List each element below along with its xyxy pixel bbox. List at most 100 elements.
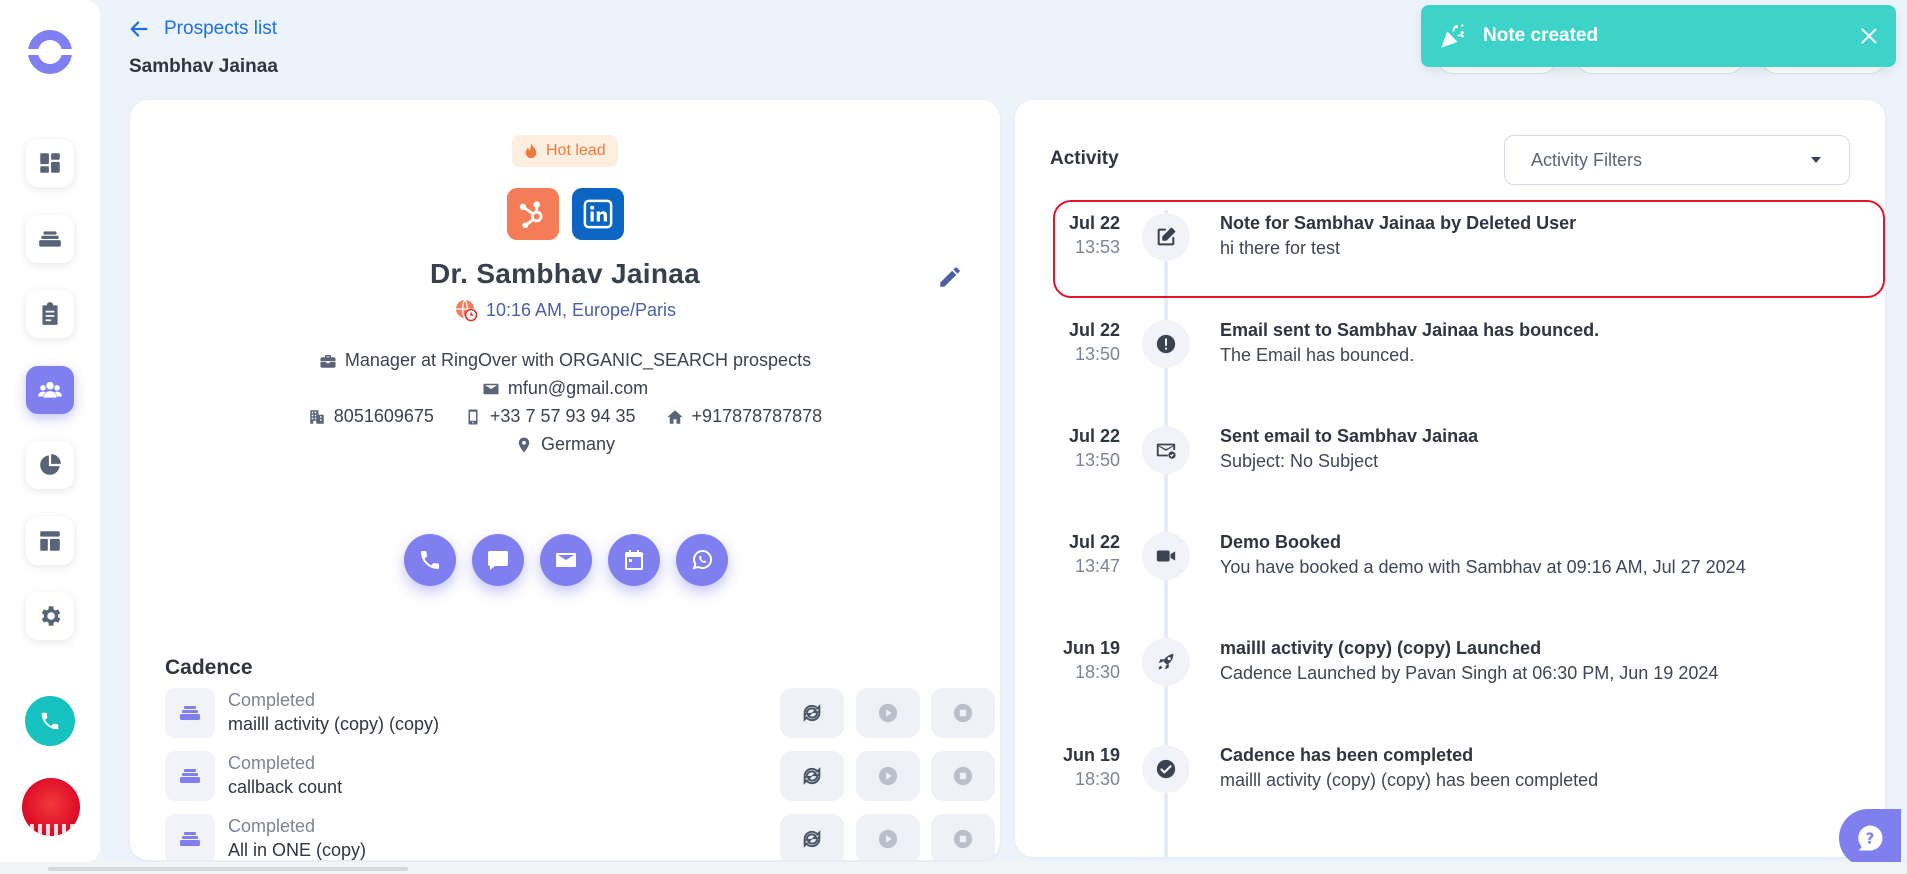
close-icon[interactable] xyxy=(1858,25,1880,47)
dialer-button[interactable] xyxy=(25,696,75,746)
home-icon xyxy=(667,409,683,424)
event-time: 18:30 xyxy=(1074,662,1120,682)
cadence-reset-button[interactable] xyxy=(780,814,844,860)
prospect-phone-home[interactable]: +917878787878 xyxy=(692,406,823,427)
cadence-name[interactable]: callback count xyxy=(228,777,342,798)
sidebar-item-cadences[interactable] xyxy=(26,215,74,263)
cadence-stack-icon xyxy=(180,769,200,783)
event-date: Jul 22 xyxy=(1068,532,1120,552)
activity-filters-dropdown[interactable]: Activity Filters xyxy=(1504,135,1850,185)
svg-text:?: ? xyxy=(1866,830,1875,848)
help-button[interactable]: ? xyxy=(1839,809,1901,867)
gear-icon xyxy=(41,606,61,626)
cadence-resume-button[interactable] xyxy=(856,688,920,738)
hot-lead-badge: Hot lead xyxy=(512,135,618,167)
event-date: Jun 19 xyxy=(1062,745,1120,765)
prospect-email[interactable]: mfun@gmail.com xyxy=(508,378,648,399)
cadence-status: Completed xyxy=(228,690,316,710)
edit-pencil-icon[interactable] xyxy=(937,264,963,290)
email-button[interactable] xyxy=(540,534,592,586)
location-pin-icon xyxy=(518,437,530,452)
event-title: Email sent to Sambhav Jainaa has bounced… xyxy=(1220,320,1600,340)
cadence-resume-button[interactable] xyxy=(856,814,920,860)
activity-event[interactable]: Jun 19 18:30 mailll activity (copy) (cop… xyxy=(1015,638,1885,718)
activity-event[interactable]: Jul 22 13:50 Sent email to Sambhav Jaina… xyxy=(1015,426,1885,506)
activity-event[interactable]: Jun 19 18:30 Cadence has been completed … xyxy=(1015,745,1885,825)
activity-event[interactable]: Jul 22 13:53 Note for Sambhav Jainaa by … xyxy=(1015,213,1885,293)
layout-icon xyxy=(40,531,60,551)
scrollbar-thumb[interactable] xyxy=(48,867,408,871)
linkedin-link[interactable] xyxy=(572,188,624,240)
activity-title: Activity xyxy=(1050,148,1119,169)
party-popper-icon xyxy=(1441,24,1465,48)
help-chat-icon: ? xyxy=(1858,825,1883,851)
sidebar-item-people[interactable] xyxy=(26,366,74,414)
dashboard-icon xyxy=(40,153,60,173)
cadence-reset-button[interactable] xyxy=(780,688,844,738)
sidebar-item-reports[interactable] xyxy=(26,441,74,489)
note-edit-icon xyxy=(1157,227,1176,246)
toast-message: Note created xyxy=(1483,25,1599,46)
cadence-stop-button[interactable] xyxy=(931,688,995,738)
activity-event[interactable]: Jul 22 13:47 Demo Booked You have booked… xyxy=(1015,532,1885,612)
event-description: hi there for test xyxy=(1220,238,1341,258)
call-button[interactable] xyxy=(404,534,456,586)
cadence-stop-button[interactable] xyxy=(931,814,995,860)
timezone-text: 10:16 AM, Europe/Paris xyxy=(485,299,677,320)
rocket-icon xyxy=(1158,653,1174,670)
chat-bubble-icon xyxy=(488,551,508,570)
horizontal-scrollbar[interactable] xyxy=(0,862,1907,874)
check-icon xyxy=(1156,759,1176,779)
prospect-email-line: mfun@gmail.com xyxy=(130,378,1000,399)
prospect-profile-card: Hot lead Dr. Sambhav Jainaa 10:16 AM, Eu… xyxy=(130,100,1000,860)
event-icon-wrap xyxy=(1142,745,1190,793)
message-button[interactable] xyxy=(472,534,524,586)
cadence-row-icon xyxy=(165,688,215,738)
prospect-phone-work[interactable]: 8051609675 xyxy=(334,406,434,427)
sidebar-item-templates[interactable] xyxy=(26,517,74,565)
whatsapp-icon xyxy=(692,550,712,570)
activity-event[interactable]: Jul 22 13:50 Email sent to Sambhav Jaina… xyxy=(1015,320,1885,400)
building-icon xyxy=(310,409,324,424)
calendar-button[interactable] xyxy=(608,534,660,586)
stop-circle-icon xyxy=(953,829,973,849)
event-title: Demo Booked xyxy=(1220,532,1342,552)
event-description: Subject: No Subject xyxy=(1220,451,1379,471)
prospect-location: Germany xyxy=(540,434,616,454)
alert-icon xyxy=(1156,334,1176,354)
event-date: Jul 22 xyxy=(1068,426,1120,446)
back-to-prospects-link[interactable]: Prospects list xyxy=(128,18,277,40)
contact-actions xyxy=(404,534,728,586)
hubspot-link[interactable] xyxy=(507,188,559,240)
arrow-left-icon xyxy=(130,21,148,37)
cadence-stop-button[interactable] xyxy=(931,751,995,801)
event-date: Jul 22 xyxy=(1068,213,1120,233)
activity-filters-label: Activity Filters xyxy=(1531,149,1643,170)
sidebar-item-tasks[interactable] xyxy=(26,290,74,338)
event-icon-wrap xyxy=(1142,532,1190,580)
hot-lead-label: Hot lead xyxy=(546,142,606,159)
app-logo[interactable] xyxy=(26,28,74,76)
sidebar-item-settings[interactable] xyxy=(26,592,74,640)
event-time: 13:53 xyxy=(1074,237,1120,257)
event-icon-wrap xyxy=(1142,638,1190,686)
mail-icon xyxy=(483,383,499,394)
stop-circle-icon xyxy=(953,703,973,723)
whatsapp-button[interactable] xyxy=(676,534,728,586)
prospect-phone-mobile[interactable]: +33 7 57 93 94 35 xyxy=(490,406,636,427)
stop-circle-icon xyxy=(953,766,973,786)
event-title: mailll activity (copy) (copy) Launched xyxy=(1220,638,1542,658)
cadence-name[interactable]: All in ONE (copy) xyxy=(228,840,366,860)
pie-chart-icon xyxy=(40,454,61,475)
cadence-reset-button[interactable] xyxy=(780,751,844,801)
user-avatar[interactable] xyxy=(22,778,80,836)
cadence-name[interactable]: mailll activity (copy) (copy) xyxy=(228,714,439,735)
linkedin-icon xyxy=(583,199,613,229)
event-icon-wrap xyxy=(1142,213,1190,261)
people-icon xyxy=(38,381,62,398)
cadence-status: Completed xyxy=(228,816,316,836)
sidebar-item-dashboard[interactable] xyxy=(26,139,74,187)
event-time: 13:47 xyxy=(1074,556,1120,576)
event-icon-wrap xyxy=(1142,320,1190,368)
cadence-resume-button[interactable] xyxy=(856,751,920,801)
